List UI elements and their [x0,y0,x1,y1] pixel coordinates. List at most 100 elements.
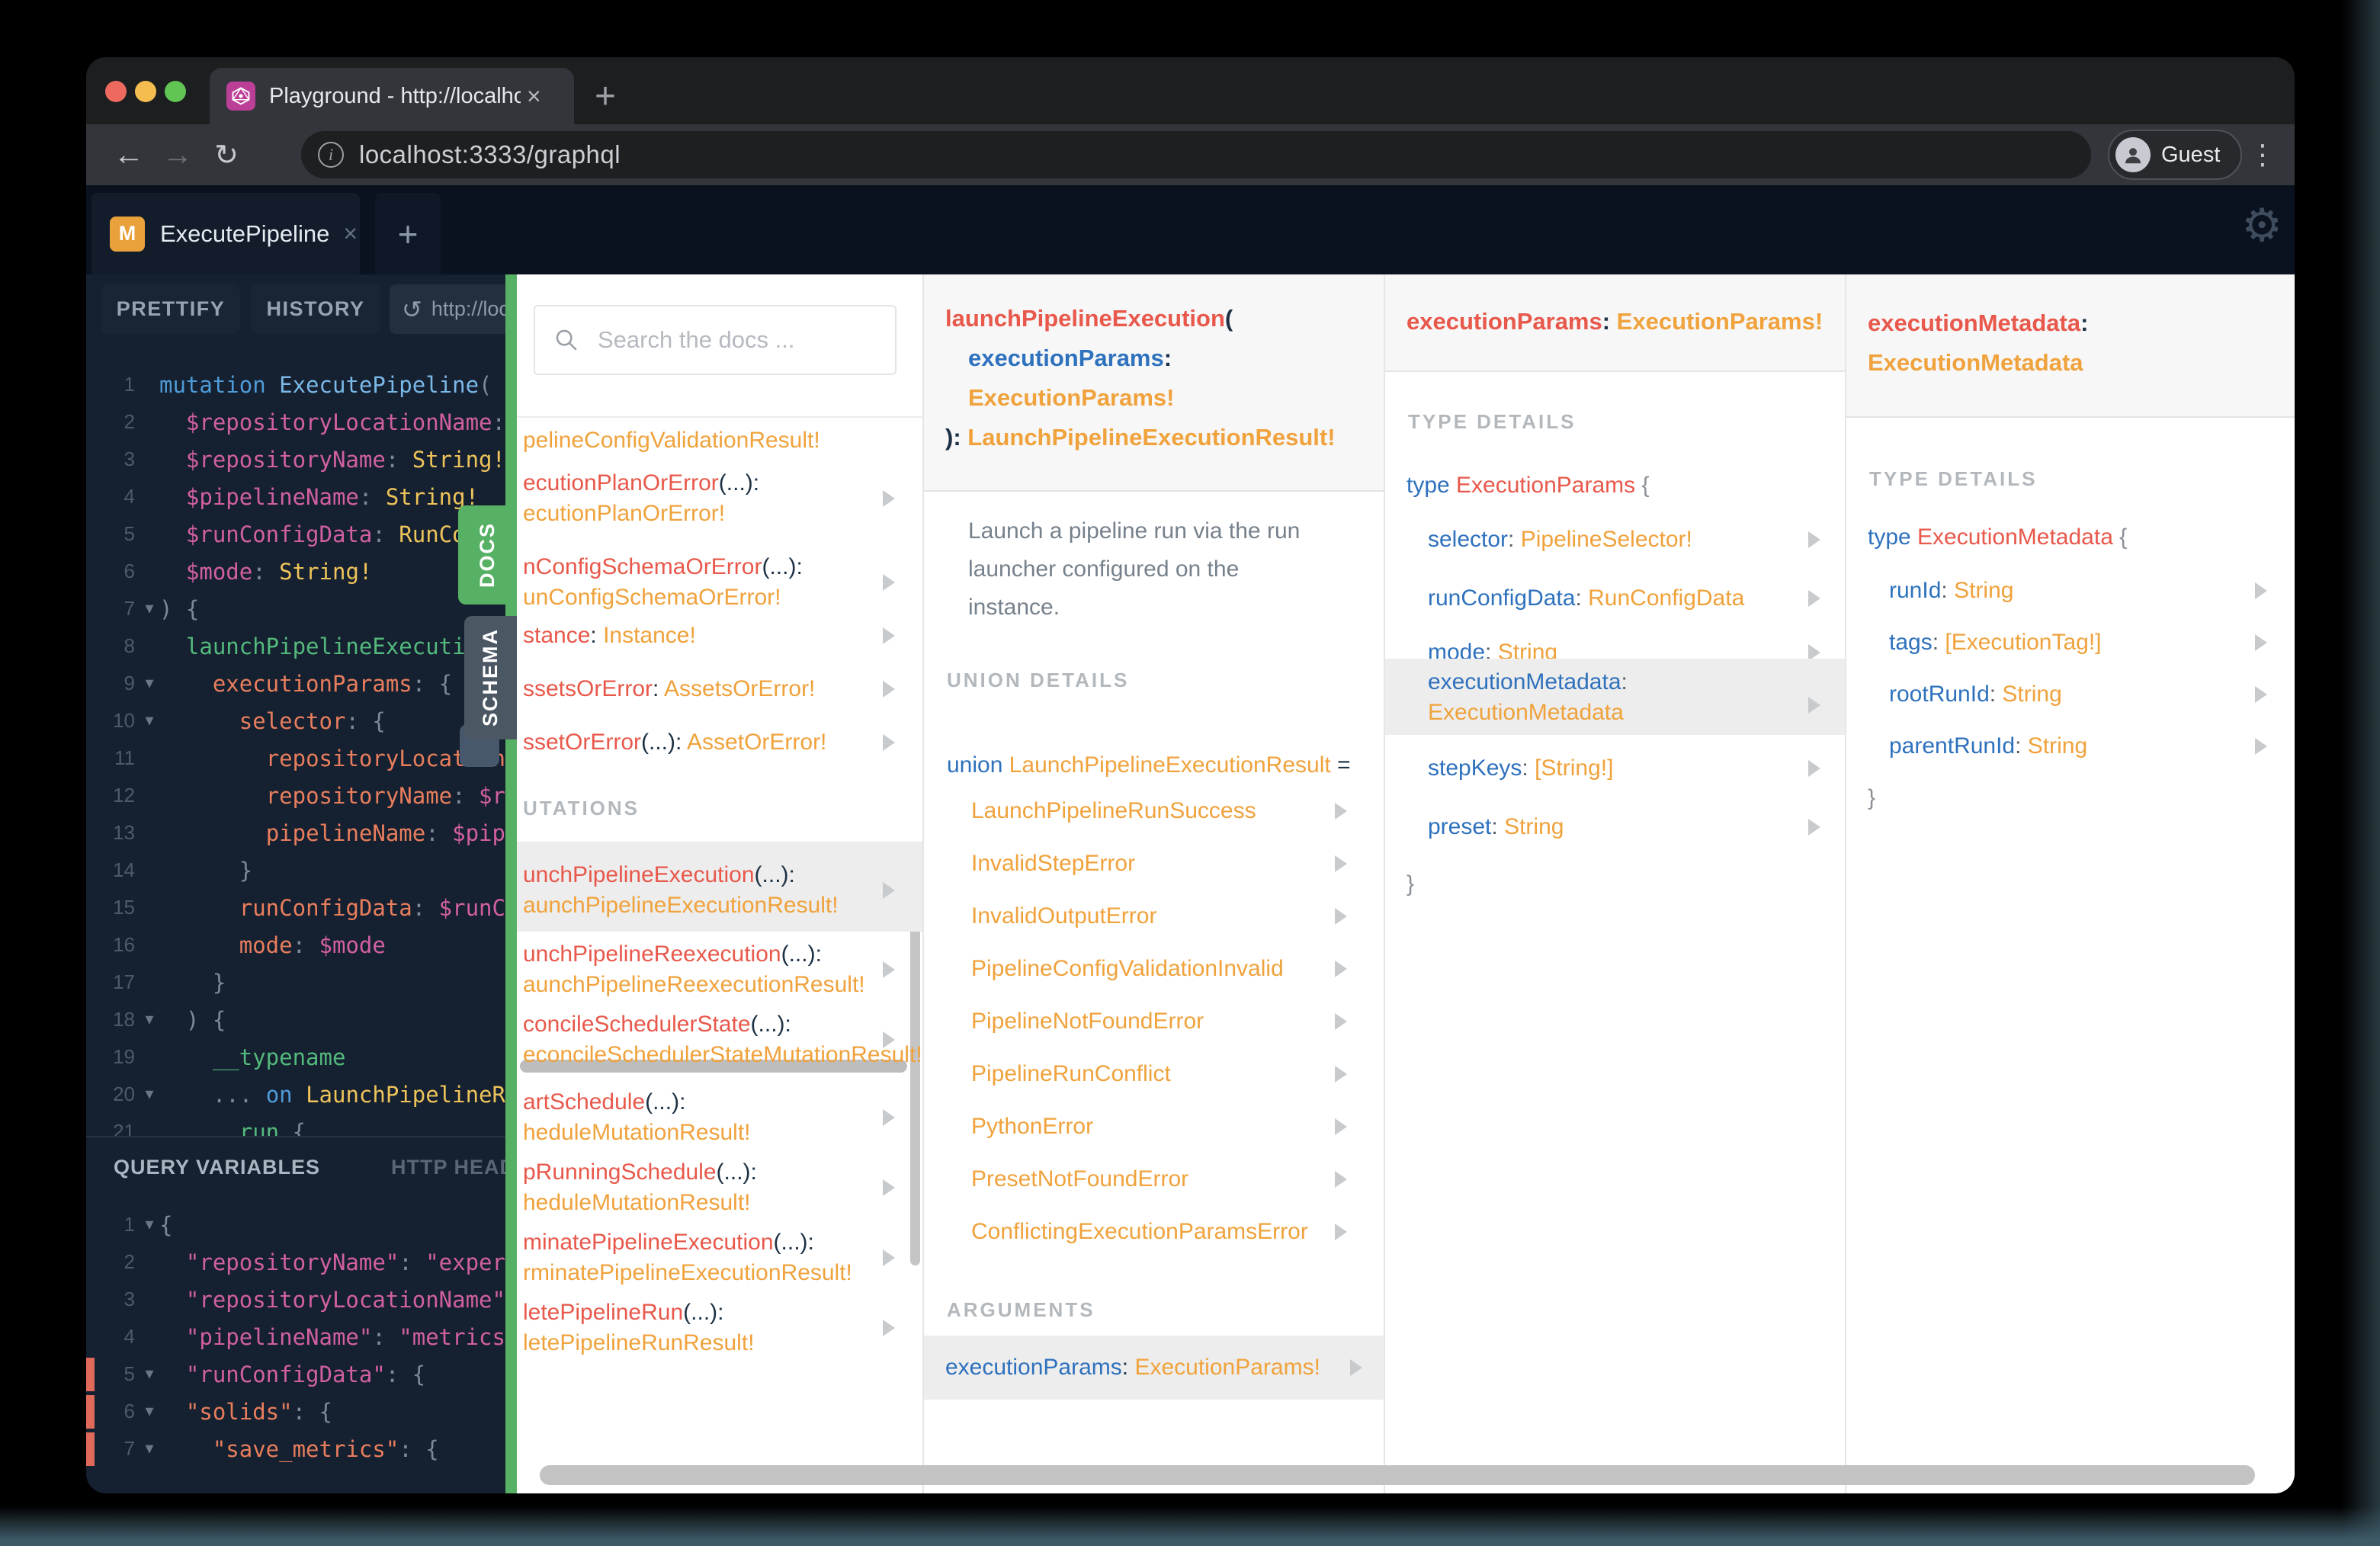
union-member[interactable]: PipelineConfigValidationInvalid [971,952,1284,986]
fold-arrow-icon[interactable]: ▾ [140,711,159,730]
type-field[interactable]: tags: [ExecutionTag!] [1889,626,2102,659]
fold-arrow-icon[interactable]: ▾ [140,1439,159,1458]
doc-item[interactable]: nConfigSchemaOrError(...): [523,550,803,584]
expand-arrow-icon[interactable] [1808,819,1820,836]
playground-new-tab-button[interactable]: + [375,193,441,274]
playground-tab[interactable]: M ExecutePipeline × [91,193,360,274]
doc-item[interactable]: unchPipelineExecution(...): [523,858,795,892]
browser-menu-icon[interactable]: ⋮ [2245,124,2280,185]
expand-arrow-icon[interactable] [1350,1359,1362,1376]
endpoint-reload-icon[interactable]: ↺ [402,295,422,324]
union-member[interactable]: InvalidOutputError [971,900,1156,933]
settings-gear-icon[interactable]: ⚙ [2241,199,2282,252]
type-field[interactable]: stepKeys: [String!] [1428,752,1613,785]
fold-arrow-icon[interactable]: ▾ [140,1365,159,1384]
forward-icon[interactable]: → [156,124,199,185]
union-member[interactable]: PresetNotFoundError [971,1163,1188,1196]
expand-arrow-icon[interactable] [2255,686,2267,703]
fold-arrow-icon[interactable]: ▾ [140,1010,159,1029]
fold-arrow-icon[interactable]: ▾ [140,599,159,618]
doc-item[interactable]: ssetsOrError: AssetsOrError! [523,672,815,706]
union-member[interactable]: PipelineNotFoundError [971,1005,1204,1038]
docs-panel-divider[interactable] [505,274,517,1493]
expand-arrow-icon[interactable] [1335,803,1347,820]
tab-query-variables[interactable]: QUERY VARIABLES [114,1156,320,1179]
doc-item[interactable]: stance: Instance! [523,619,696,653]
playground-tab-close-icon[interactable]: × [343,220,358,248]
expand-arrow-icon[interactable] [883,1320,895,1336]
expand-arrow-icon[interactable] [1808,531,1820,548]
expand-arrow-icon[interactable] [2255,634,2267,651]
fold-arrow-icon[interactable]: ▾ [140,674,159,693]
doc-item[interactable]: ssetOrError(...): AssetOrError! [523,726,826,759]
expand-arrow-icon[interactable] [883,627,895,644]
prettify-button[interactable]: PRETTIFY [101,284,240,334]
type-field[interactable]: rootRunId: String [1889,678,2062,711]
expand-arrow-icon[interactable] [1335,1118,1347,1135]
expand-arrow-icon[interactable] [1808,590,1820,607]
expand-arrow-icon[interactable] [2255,582,2267,599]
union-member[interactable]: InvalidStepError [971,847,1135,880]
expand-arrow-icon[interactable] [883,1179,895,1196]
doc-item[interactable]: concileSchedulerState(...): [523,1008,791,1041]
endpoint-field[interactable]: ↺ http://loc [390,284,505,334]
expand-arrow-icon[interactable] [1335,1171,1347,1188]
union-member[interactable]: ConflictingExecutionParamsError [971,1215,1308,1249]
expand-arrow-icon[interactable] [883,882,895,899]
union-member[interactable]: PipelineRunConflict [971,1057,1171,1091]
close-window-button[interactable] [105,81,127,102]
profile-button[interactable]: Guest [2108,130,2242,180]
expand-arrow-icon[interactable] [1335,1013,1347,1030]
docs-search-input[interactable] [596,326,886,354]
doc-item[interactable]: pRunningSchedule(...): [523,1156,757,1189]
expand-arrow-icon[interactable] [1335,855,1347,872]
fold-arrow-icon[interactable]: ▾ [140,1085,159,1104]
type-field[interactable]: executionMetadata: [1428,666,1628,699]
history-button[interactable]: HISTORY [251,284,380,334]
union-member[interactable]: LaunchPipelineRunSuccess [971,794,1256,828]
minimize-window-button[interactable] [135,81,156,102]
site-info-icon[interactable]: i [318,142,344,168]
expand-arrow-icon[interactable] [883,1109,895,1126]
docs-horizontal-scrollbar[interactable] [540,1465,2255,1485]
union-member[interactable]: PythonError [971,1110,1093,1143]
schema-side-tab[interactable]: SCHEMA [464,616,517,739]
doc-item[interactable]: letePipelineRun(...): [523,1296,724,1329]
zoom-window-button[interactable] [165,81,186,102]
expand-arrow-icon[interactable] [1808,760,1820,777]
expand-arrow-icon[interactable] [883,574,895,591]
argument-row[interactable]: executionParams: ExecutionParams! [945,1351,1320,1384]
fold-arrow-icon[interactable]: ▾ [140,1215,159,1234]
expand-arrow-icon[interactable] [2255,738,2267,755]
docs-search-box[interactable] [534,305,897,375]
expand-arrow-icon[interactable] [883,1031,895,1048]
back-icon[interactable]: ← [107,124,150,185]
variables-editor[interactable]: 1 ▾{2 "repositoryName": "exper 3 "reposito… [86,1198,505,1493]
type-field[interactable]: parentRunId: String [1889,730,2087,763]
type-field[interactable]: preset: String [1428,810,1564,844]
docs-side-tab[interactable]: DOCS [458,505,517,605]
tab-http-headers[interactable]: HTTP HEADER [391,1156,505,1179]
expand-arrow-icon[interactable] [1808,697,1820,714]
type-field[interactable]: runConfigData: RunConfigData [1428,582,1744,615]
expand-arrow-icon[interactable] [1335,1224,1347,1240]
type-field[interactable]: selector: PipelineSelector! [1428,523,1692,556]
query-editor[interactable]: 1 mutation ExecutePipeline(2 $repositoryL… [86,351,505,1137]
expand-arrow-icon[interactable] [883,490,895,507]
expand-arrow-icon[interactable] [1335,961,1347,977]
doc-item[interactable]: pelineConfigValidationResult! [523,424,820,457]
reload-icon[interactable]: ↻ [205,124,248,185]
doc-item[interactable]: unchPipelineReexecution(...): [523,938,822,971]
expand-arrow-icon[interactable] [1335,908,1347,925]
type-field[interactable]: runId: String [1889,574,2013,608]
doc-item[interactable]: artSchedule(...): [523,1086,685,1119]
expand-arrow-icon[interactable] [883,681,895,698]
doc-item[interactable]: minatePipelineExecution(...): [523,1226,814,1259]
doc-item[interactable]: ecutionPlanOrError(...): [523,467,759,500]
expand-arrow-icon[interactable] [883,1249,895,1266]
tab-close-icon[interactable]: × [527,82,541,111]
expand-arrow-icon[interactable] [883,961,895,978]
new-tab-button[interactable]: + [583,74,627,118]
address-bar[interactable]: i localhost:3333/graphql [301,131,2091,178]
fold-arrow-icon[interactable]: ▾ [140,1402,159,1421]
